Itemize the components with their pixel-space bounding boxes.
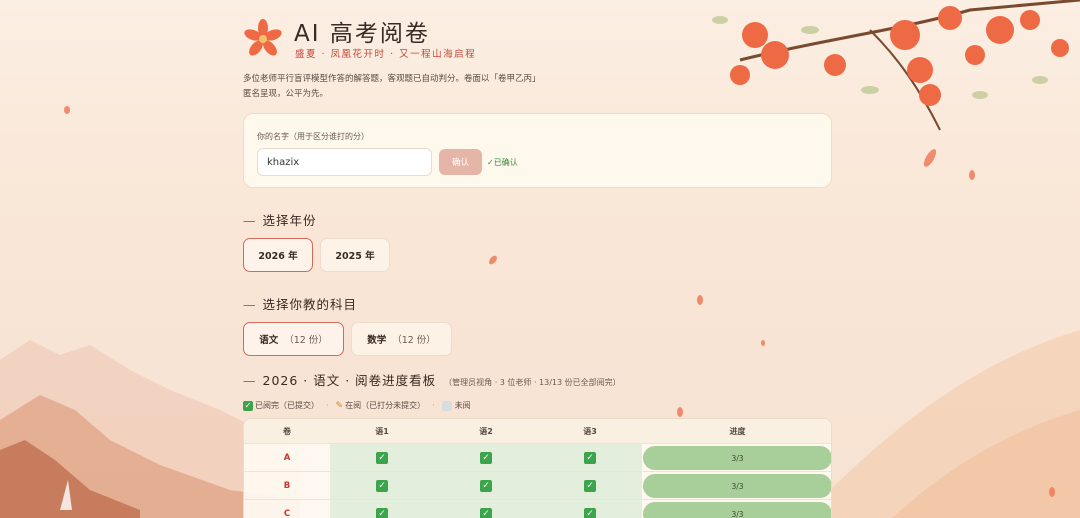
check-box-icon: ✓ <box>584 508 596 518</box>
name-input[interactable] <box>257 148 432 176</box>
year-section-heading: — 选择年份 <box>243 213 317 228</box>
grader-status-cell: ✓ <box>330 472 434 500</box>
paper-id: B <box>283 481 291 491</box>
grader-status-cell: ✓ <box>434 444 538 472</box>
gray-box-icon <box>441 400 452 411</box>
subject-option-chinese[interactable]: 语文 （12 份） <box>243 322 344 356</box>
main-page: AI 高考阅卷 盛夏 · 凤凰花开时 · 又一程山海启程 多位老师平行盲评模型作… <box>243 0 832 518</box>
year-option-2026[interactable]: 2026 年 <box>243 238 313 272</box>
progress-table: 卷 语1 语2 语3 进度 A ✓ ✓ ✓ 3/3 B ✓ ✓ ✓ 3/3 C ✓ ✓ ✓ 3/3 <box>243 418 832 518</box>
dash-icon: — <box>243 213 257 228</box>
legend: ✓ 已阅完（已提交） · ✎ 在阅（已打分未提交） · 未阅 <box>243 400 471 411</box>
year-option-2025[interactable]: 2025 年 <box>320 238 390 272</box>
progress-pill: 3/3 <box>643 474 831 498</box>
check-box-icon: ✓ <box>376 452 388 464</box>
paper-id: A <box>283 453 291 463</box>
pencil-icon: ✎ <box>335 400 344 411</box>
subject-section-heading: — 选择你教的科目 <box>243 297 358 312</box>
grader-status-cell: ✓ <box>538 472 642 500</box>
progress-pill: 3/3 <box>643 446 831 470</box>
page-subtitle: 盛夏 · 凤凰花开时 · 又一程山海启程 <box>295 49 477 60</box>
board-heading: —2026 · 语文 · 阅卷进度看板 （管理员视角 · 3 位老师 · 13/1… <box>243 373 621 388</box>
grader-status-cell: ✓ <box>434 500 538 518</box>
paper-id: C <box>283 509 291 518</box>
grader-status-cell: ✓ <box>538 444 642 472</box>
check-box-icon: ✓ <box>584 452 596 464</box>
name-label: 你的名字（用于区分谁打的分） <box>257 132 369 141</box>
name-card: 你的名字（用于区分谁打的分） 确认 ✓已确认 <box>243 113 832 188</box>
page-description: 多位老师平行盲评模型作答的解答题，客观题已自动判分。卷面以「卷甲乙丙」匿名呈现，… <box>243 74 541 99</box>
check-box-icon: ✓ <box>480 508 492 518</box>
dash-icon: — <box>243 297 257 312</box>
grader-status-cell: ✓ <box>330 500 434 518</box>
check-box-icon: ✓ <box>480 480 492 492</box>
board-note: （管理员视角 · 3 位老师 · 13/13 份已全部阅完） <box>444 378 621 387</box>
check-box-icon: ✓ <box>584 480 596 492</box>
grader-status-cell: ✓ <box>330 444 434 472</box>
table-row[interactable]: B ✓ ✓ ✓ 3/3 <box>244 471 831 500</box>
check-box-icon: ✓ <box>243 400 253 411</box>
phoenix-flower-icon <box>243 18 283 58</box>
page-title: AI 高考阅卷 <box>294 21 430 47</box>
check-box-icon: ✓ <box>480 452 492 464</box>
subject-option-math[interactable]: 数学 （12 份） <box>351 322 452 356</box>
table-header: 卷 语1 语2 语3 进度 <box>244 419 831 443</box>
confirmed-status: ✓已确认 <box>487 158 518 167</box>
check-box-icon: ✓ <box>376 480 388 492</box>
table-row[interactable]: C ✓ ✓ ✓ 3/3 <box>244 499 831 518</box>
grader-status-cell: ✓ <box>538 500 642 518</box>
table-row[interactable]: A ✓ ✓ ✓ 3/3 <box>244 443 831 472</box>
check-box-icon: ✓ <box>376 508 388 518</box>
grader-status-cell: ✓ <box>434 472 538 500</box>
dash-icon: — <box>243 373 257 388</box>
confirm-button[interactable]: 确认 <box>439 149 482 175</box>
header: AI 高考阅卷 盛夏 · 凤凰花开时 · 又一程山海启程 <box>243 14 832 64</box>
progress-pill: 3/3 <box>643 502 831 518</box>
